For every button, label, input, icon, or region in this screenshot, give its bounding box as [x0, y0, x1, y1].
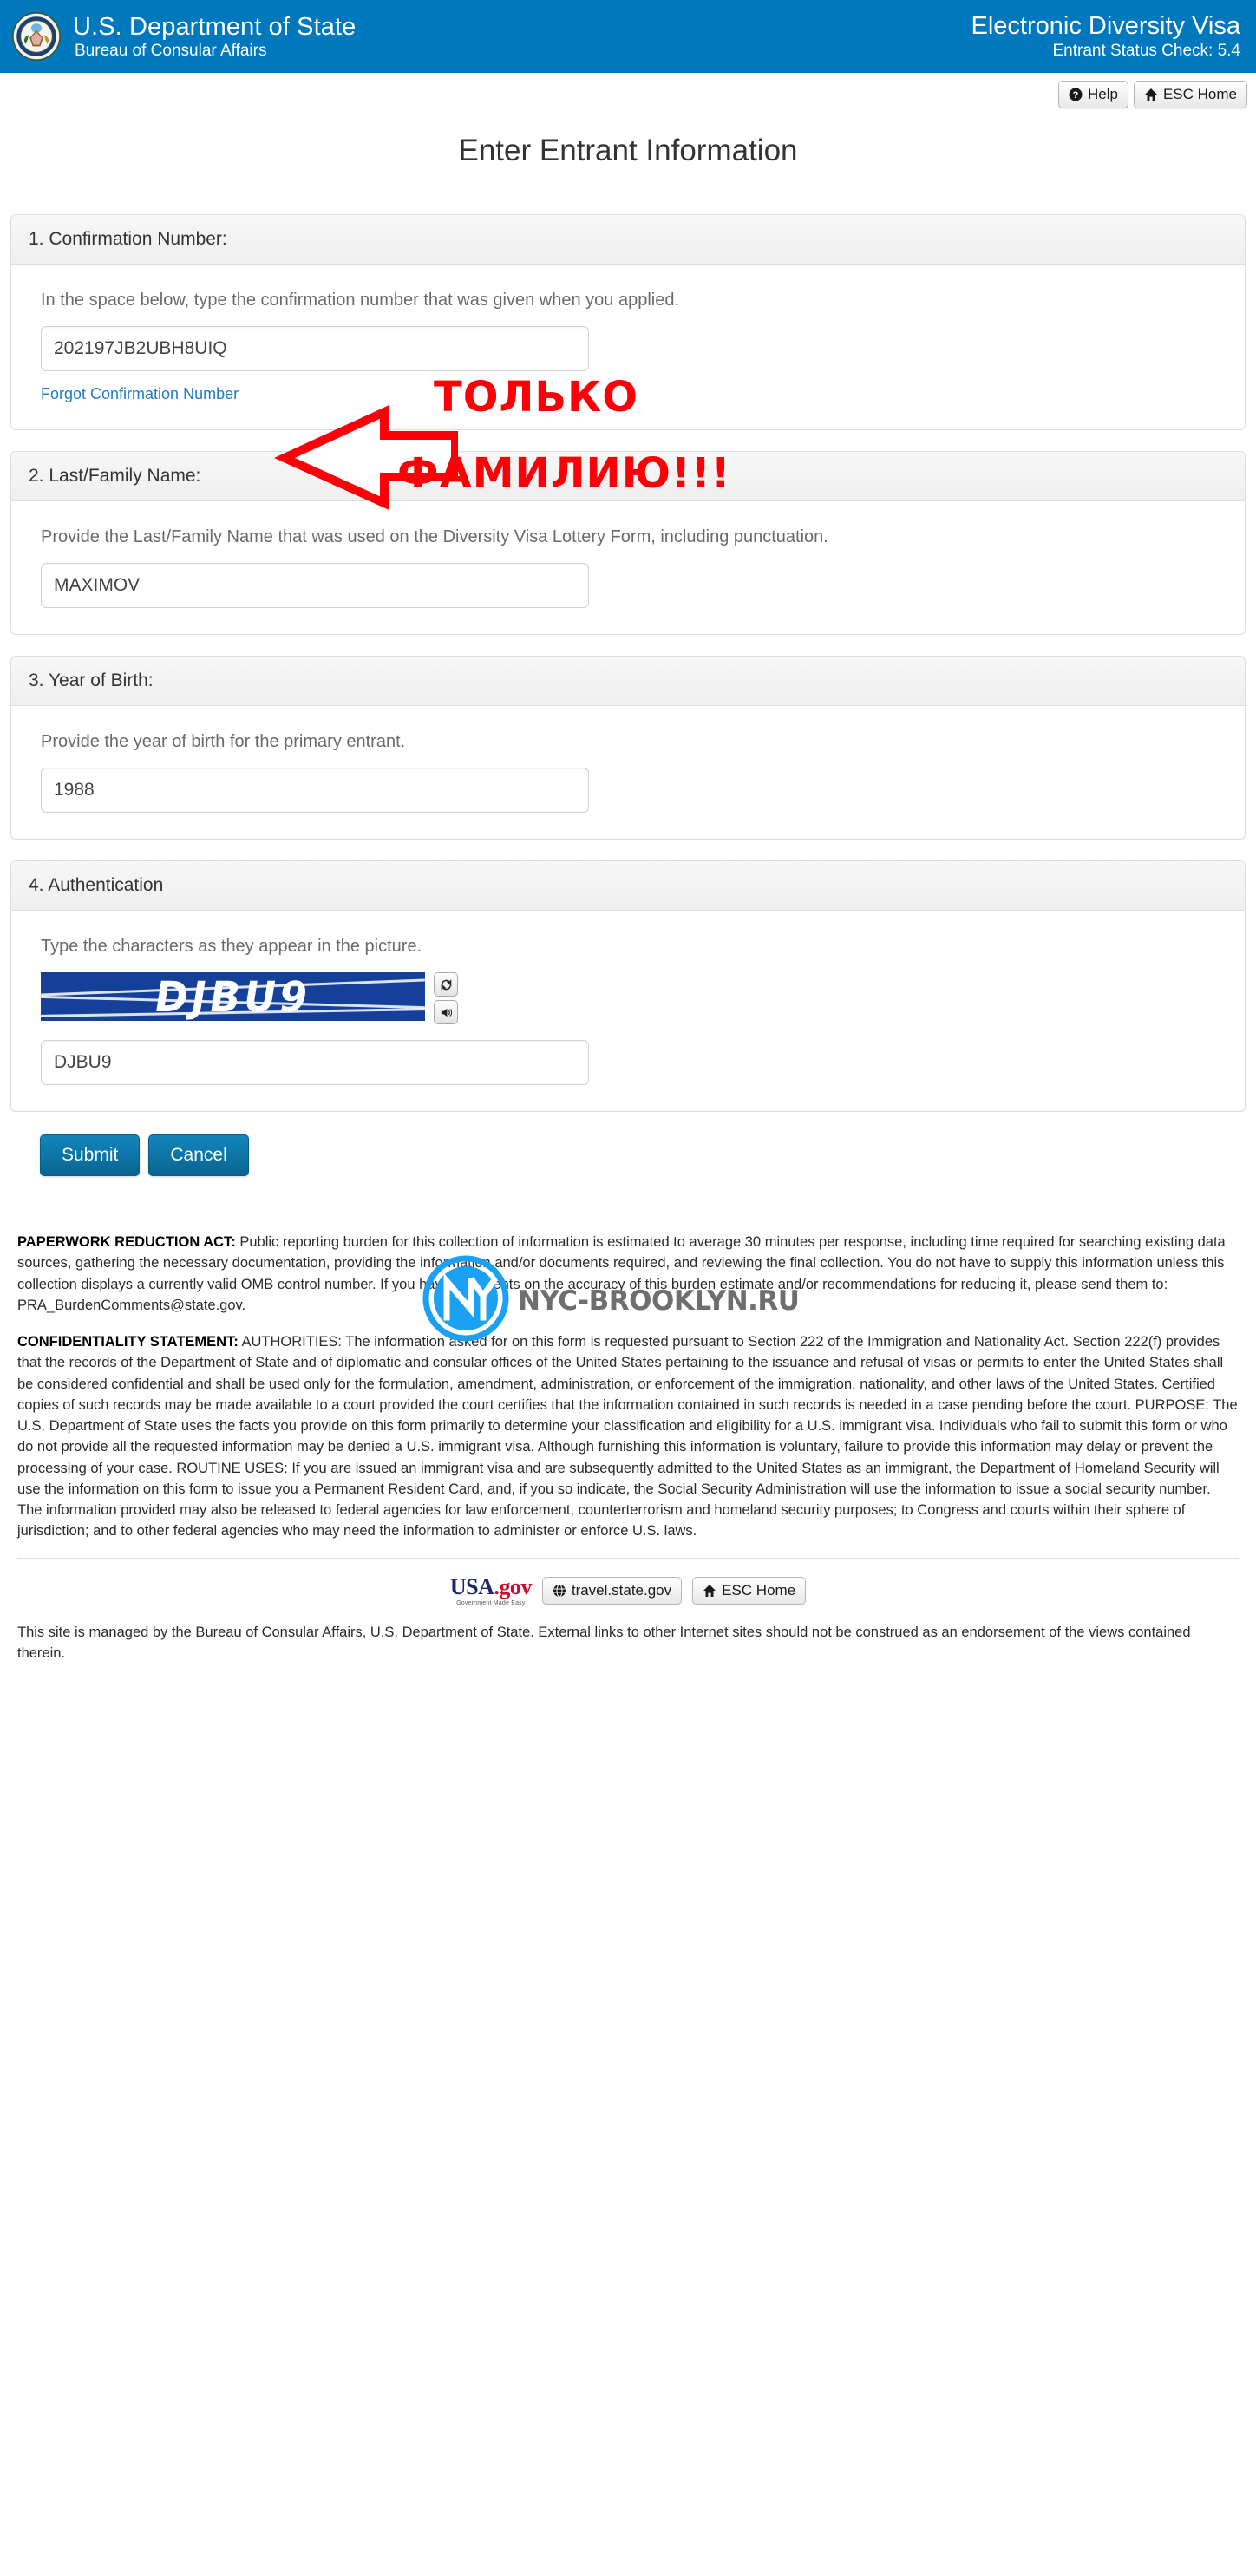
usagov-logo[interactable]: USA.gov Government Made Easy [449, 1573, 533, 1606]
panel-heading-authentication: 4. Authentication [11, 861, 1245, 911]
esc-home-button[interactable]: ESC Home [1133, 81, 1247, 108]
panel-heading-last-name: 2. Last/Family Name: [11, 452, 1245, 501]
entrant-status-check-page: U.S. Department of State Bureau of Consu… [0, 0, 1256, 2576]
cancel-button[interactable]: Cancel [148, 1134, 249, 1176]
travel-state-gov-label: travel.state.gov [571, 1582, 672, 1599]
question-circle-icon: ? [1069, 88, 1083, 101]
confidentiality-statement-paragraph: CONFIDENTIALITY STATEMENT: AUTHORITIES: … [17, 1331, 1239, 1542]
forgot-confirmation-number-link[interactable]: Forgot Confirmation Number [41, 385, 239, 403]
usagov-tagline: Government Made Easy [456, 1599, 526, 1606]
globe-icon [553, 1584, 566, 1598]
confidentiality-statement-text: AUTHORITIES: The information asked for o… [17, 1334, 1238, 1540]
svg-text:?: ? [1073, 90, 1079, 101]
captcha-row: DJBU9 [41, 972, 1215, 1024]
authentication-instruction: Type the characters as they appear in th… [41, 937, 422, 956]
refresh-icon[interactable] [434, 972, 458, 997]
footer-toolbar: USA.gov Government Made Easy travel.stat… [10, 1559, 1246, 1617]
footer-esc-home-button[interactable]: ESC Home [692, 1577, 807, 1605]
usagov-wordmark: USA.gov [449, 1573, 533, 1599]
panel-year-of-birth: 3. Year of Birth: Provide the year of bi… [10, 656, 1246, 840]
us-department-of-state-seal-icon [12, 12, 61, 61]
paperwork-reduction-act-paragraph: PAPERWORK REDUCTION ACT: Public reportin… [17, 1232, 1239, 1316]
usagov-word: USA [449, 1573, 494, 1599]
page-title: Enter Entrant Information [458, 134, 798, 167]
footer-note: This site is managed by the Bureau of Co… [17, 1624, 1191, 1662]
paperwork-reduction-act-label: PAPERWORK REDUCTION ACT: [17, 1234, 236, 1250]
panel-body-year-of-birth: Provide the year of birth for the primar… [11, 706, 1245, 839]
last-family-name-input[interactable] [41, 563, 589, 608]
app-info: Electronic Diversity Visa Entrant Status… [971, 12, 1240, 60]
form-wrapper: 1. Confirmation Number: In the space bel… [0, 214, 1256, 1664]
confirmation-instruction: In the space below, type the confirmatio… [41, 291, 680, 310]
bureau-name: Bureau of Consular Affairs [75, 41, 267, 60]
esc-home-button-label: ESC Home [1162, 86, 1237, 102]
brand-text: U.S. Department of State Bureau of Consu… [73, 13, 356, 60]
site-header: U.S. Department of State Bureau of Consu… [0, 0, 1256, 73]
legal-notices: PAPERWORK REDUCTION ACT: Public reportin… [10, 1232, 1246, 1542]
year-of-birth-instruction: Provide the year of birth for the primar… [41, 732, 406, 751]
confirmation-number-input[interactable] [41, 326, 589, 371]
footer-esc-home-label: ESC Home [722, 1582, 796, 1599]
travel-state-gov-button[interactable]: travel.state.gov [541, 1577, 683, 1605]
agency-name: U.S. Department of State [73, 13, 357, 42]
help-button[interactable]: ? Help [1058, 81, 1128, 108]
home-icon [1144, 88, 1158, 101]
app-name: Electronic Diversity Visa [971, 12, 1240, 41]
panel-body-confirmation: In the space below, type the confirmatio… [11, 265, 1245, 429]
form-actions: Submit Cancel [40, 1134, 1246, 1176]
last-name-instruction: Provide the Last/Family Name that was us… [41, 527, 828, 546]
submit-button[interactable]: Submit [40, 1134, 141, 1176]
panel-heading-year-of-birth: 3. Year of Birth: [11, 657, 1245, 706]
confidentiality-statement-label: CONFIDENTIALITY STATEMENT: [17, 1334, 239, 1350]
home-icon [703, 1584, 716, 1598]
panel-heading-confirmation: 1. Confirmation Number: [11, 215, 1245, 265]
brand-block: U.S. Department of State Bureau of Consu… [12, 12, 356, 61]
captcha-controls [434, 972, 458, 1024]
help-button-label: Help [1088, 86, 1118, 102]
panel-body-authentication: Type the characters as they appear in th… [11, 911, 1245, 1111]
usagov-gov: .gov [494, 1573, 532, 1599]
captcha-answer-input[interactable] [41, 1040, 589, 1085]
panel-last-family-name: 2. Last/Family Name: Provide the Last/Fa… [10, 451, 1246, 635]
speaker-icon[interactable] [434, 1000, 458, 1024]
utility-toolbar: ? Help ESC Home [0, 73, 1256, 116]
app-version: Entrant Status Check: 5.4 [1052, 41, 1240, 60]
panel-authentication: 4. Authentication Type the characters as… [10, 860, 1246, 1112]
panel-body-last-name: Provide the Last/Family Name that was us… [11, 501, 1245, 634]
year-of-birth-input[interactable] [41, 768, 589, 813]
panel-confirmation-number: 1. Confirmation Number: In the space bel… [10, 214, 1246, 430]
captcha-image: DJBU9 [41, 972, 425, 1021]
